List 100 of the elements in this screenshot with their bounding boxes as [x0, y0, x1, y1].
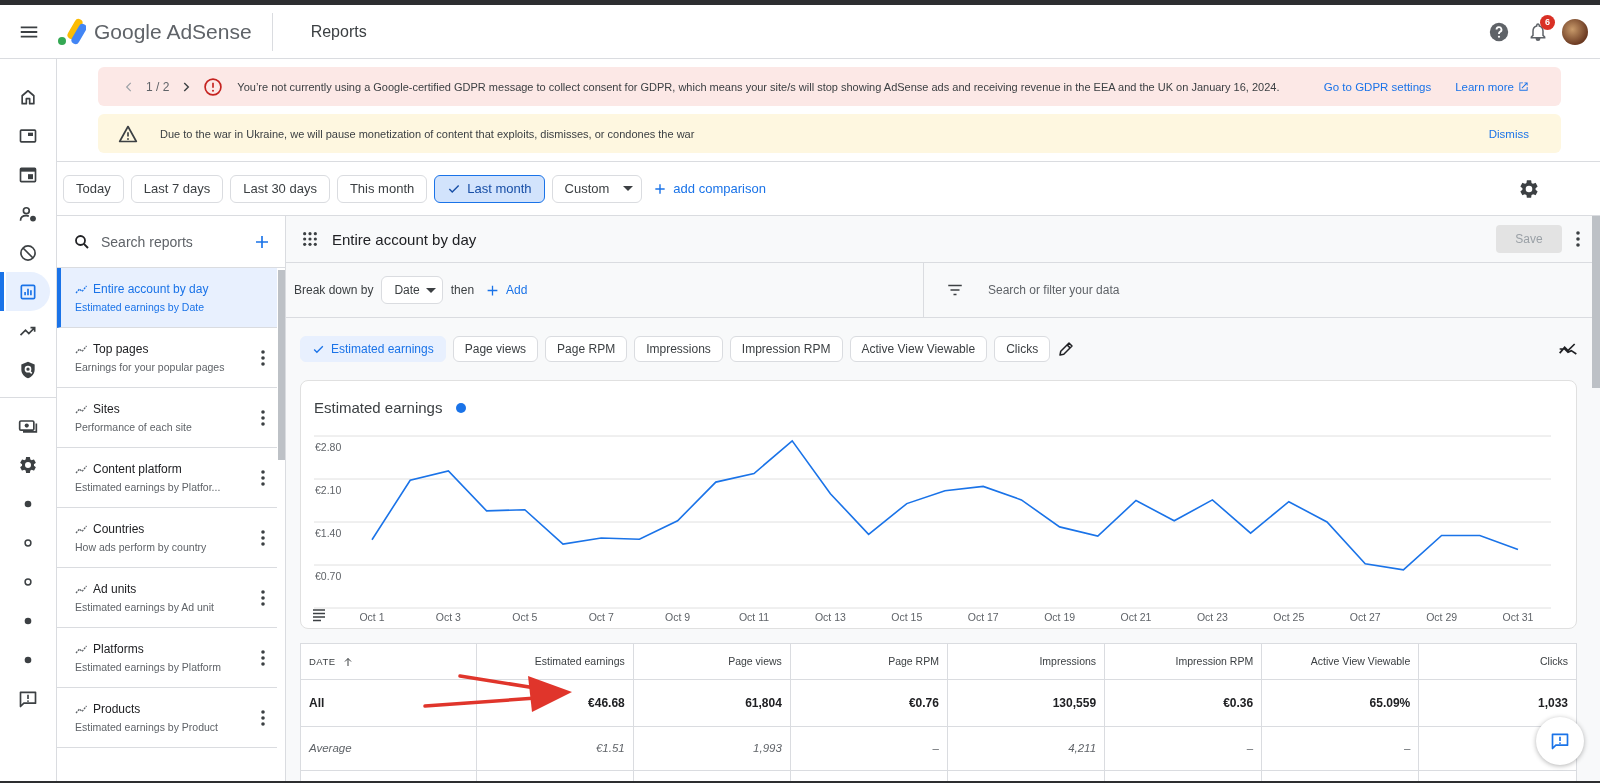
metric-chip[interactable]: Clicks: [994, 336, 1051, 362]
report-subtitle: Performance of each site: [75, 421, 193, 433]
sparkline-icon: [75, 343, 88, 355]
grid-icon[interactable]: [302, 231, 318, 247]
date-range-chip[interactable]: Today: [63, 174, 124, 203]
table-cell: €0.36: [1223, 695, 1254, 710]
custom-range-dropdown[interactable]: Custom: [551, 174, 643, 203]
report-item[interactable]: Top pages Earnings for your popular pages: [57, 328, 277, 388]
report-item[interactable]: Ad units Estimated earnings by Ad unit: [57, 568, 277, 628]
x-tick-label: Oct 25: [1273, 611, 1305, 623]
y-tick-label: €1.40: [315, 527, 342, 539]
report-item[interactable]: Products Estimated earnings by Product: [57, 688, 277, 748]
help-icon[interactable]: [1488, 20, 1510, 43]
table-cell: –: [1246, 742, 1254, 754]
date-range-chip[interactable]: Last month: [434, 174, 545, 203]
date-range-chip[interactable]: Last 30 days: [230, 174, 330, 203]
avatar-icon[interactable]: [1562, 18, 1588, 45]
more-icon[interactable]: [261, 589, 265, 606]
report-subtitle: Estimated earnings by Ad unit: [75, 601, 215, 613]
add-breakdown-link[interactable]: Add: [486, 283, 528, 297]
settings-icon[interactable]: [1518, 177, 1540, 200]
nav-item[interactable]: [6, 272, 50, 311]
column-header[interactable]: Clicks: [1540, 655, 1568, 668]
banner-message: You’re not currently using a Google-certified GDPR message to collect consent for GDPR, which means your site/s will stop showing AdSense ads and receiving revenue in the EEA and the UK on January 16, 2024.: [237, 80, 1281, 93]
scrollbar[interactable]: [278, 270, 285, 460]
report-item[interactable]: Entire account by day Estimated earnings by Date: [57, 268, 277, 328]
sparkline-icon: [75, 703, 88, 715]
pager-text: 1 / 2: [146, 79, 170, 94]
date-range-chip[interactable]: This month: [336, 174, 428, 203]
more-icon[interactable]: [261, 649, 265, 666]
column-header[interactable]: Estimated earnings: [534, 655, 625, 668]
x-tick-label: Oct 5: [512, 611, 538, 623]
more-icon[interactable]: [261, 709, 265, 726]
sparkline-icon: [75, 283, 88, 295]
legend-dot-icon: [456, 402, 467, 413]
report-subtitle: Estimated earnings by Product: [75, 721, 219, 733]
filter-field[interactable]: Search or filter your data: [986, 282, 1592, 298]
more-icon[interactable]: [261, 349, 265, 366]
search-field[interactable]: Search reports: [101, 229, 243, 254]
x-tick-label: Oct 1: [359, 611, 385, 623]
x-tick-label: Oct 27: [1349, 611, 1381, 623]
banner-link[interactable]: Learn more: [1455, 80, 1529, 93]
report-title: Entire account by day: [332, 230, 478, 248]
column-header[interactable]: Active View Viewable: [1310, 655, 1411, 668]
report-item[interactable]: Platforms Estimated earnings by Platform: [57, 628, 277, 688]
metric-chip[interactable]: Impressions: [634, 336, 723, 362]
metric-chip[interactable]: Page RPM: [545, 336, 628, 362]
report-item[interactable]: Countries How ads perform by country: [57, 508, 277, 568]
table-toggle-icon[interactable]: [312, 609, 326, 622]
breakdown-dropdown[interactable]: Date: [381, 276, 443, 304]
sparkline-icon: [75, 463, 88, 475]
banner-link[interactable]: Dismiss: [1488, 127, 1529, 140]
add-comparison-link[interactable]: add comparison: [653, 181, 766, 196]
pencil-icon[interactable]: [1057, 340, 1076, 358]
plus-icon: [486, 283, 500, 297]
date-range-chip[interactable]: Last 7 days: [130, 174, 224, 203]
product-name: Google AdSense: [94, 19, 252, 44]
metric-chip[interactable]: Estimated earnings: [300, 336, 446, 362]
banner-link[interactable]: Go to GDPR settings: [1323, 80, 1432, 93]
more-icon[interactable]: [1576, 231, 1580, 247]
column-header[interactable]: Impressions: [1039, 655, 1097, 668]
report-item[interactable]: Content platform Estimated earnings by Platfor...: [57, 448, 277, 508]
table-cell: –: [932, 742, 939, 754]
then-label: then: [450, 283, 475, 297]
breakdown-label: Break down by: [294, 283, 374, 297]
report-title: Sites: [93, 402, 120, 416]
block-icon: [18, 242, 38, 263]
column-header[interactable]: DATE: [309, 655, 354, 668]
x-tick-label: Oct 15: [891, 611, 923, 623]
notification-badge: 6: [1540, 14, 1555, 30]
more-icon[interactable]: [261, 409, 265, 426]
row-label: Average: [309, 742, 352, 754]
report-subtitle: Estimated earnings by Platform: [75, 661, 222, 673]
more-icon[interactable]: [261, 469, 265, 486]
report-subtitle: Estimated earnings by Date: [75, 301, 205, 313]
sparkline-icon: [75, 523, 88, 535]
report-title: Countries: [93, 522, 145, 536]
x-tick-label: Oct 23: [1196, 611, 1228, 623]
report-title: Products: [93, 702, 141, 716]
metric-chip[interactable]: Active View Viewable: [849, 336, 988, 362]
column-header[interactable]: Impression RPM: [1175, 655, 1254, 668]
error-icon: [203, 76, 224, 97]
report-title: Entire account by day: [93, 282, 209, 296]
more-icon[interactable]: [261, 529, 265, 546]
table-cell: 4,211: [1068, 742, 1097, 754]
x-tick-label: Oct 19: [1044, 611, 1076, 623]
scrollbar[interactable]: [1592, 216, 1600, 388]
report-item[interactable]: Sites Performance of each site: [57, 388, 277, 448]
notifications-icon[interactable]: [1528, 21, 1548, 42]
x-tick-label: Oct 13: [814, 611, 846, 623]
report-subtitle: Estimated earnings by Platfor...: [75, 481, 222, 493]
report-title: Content platform: [93, 462, 182, 476]
x-tick-label: Oct 9: [665, 611, 691, 623]
metric-chip[interactable]: Page views: [452, 336, 539, 362]
metric-chip[interactable]: Impression RPM: [729, 336, 843, 362]
x-tick-label: Oct 7: [588, 611, 614, 623]
column-header[interactable]: Page views: [728, 655, 782, 668]
compare-chart-icon[interactable]: [1558, 341, 1578, 357]
column-header[interactable]: Page RPM: [888, 655, 939, 668]
sparkline-icon: [75, 583, 88, 595]
